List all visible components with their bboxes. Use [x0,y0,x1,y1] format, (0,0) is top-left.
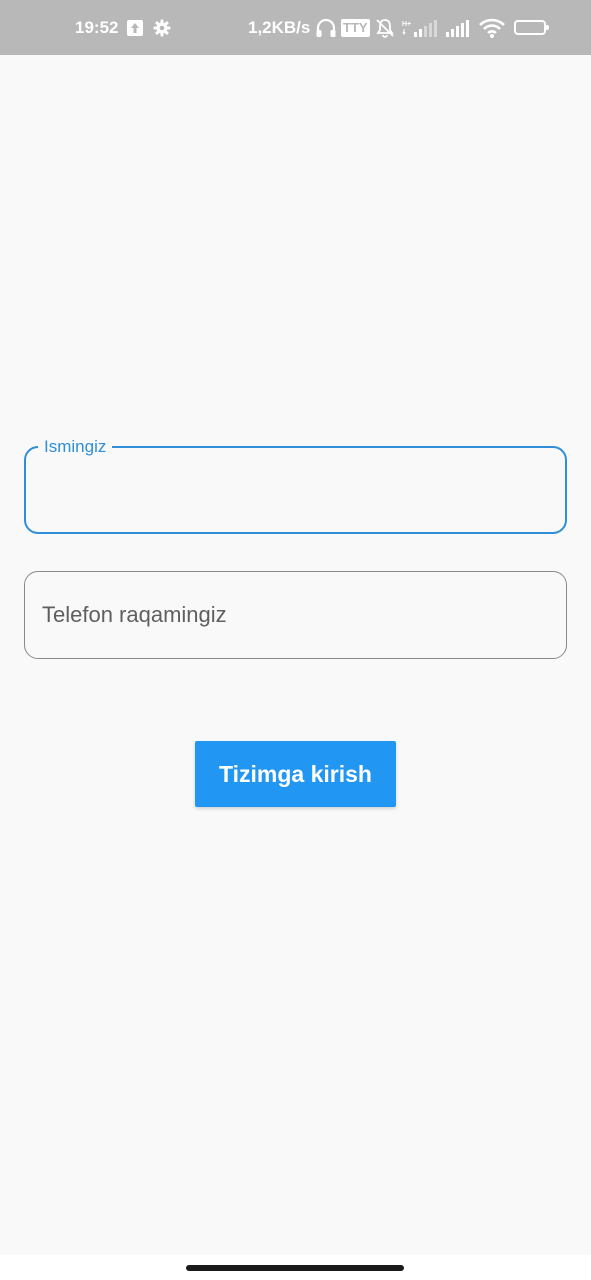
phone-input[interactable] [25,572,566,658]
name-input[interactable] [26,448,565,532]
signal-icon [446,0,472,55]
svg-text:H+: H+ [402,21,411,28]
gear-icon [153,0,171,55]
bell-off-icon [375,0,395,55]
status-time: 19:52 [75,17,119,37]
signal-icon: H+ [402,0,438,55]
battery-level: 94 [523,21,537,34]
login-screen: 19:52 1,2KB/s TTY H+ 94 Ismingiz Telefon… [0,0,591,1280]
wifi-icon [478,0,506,55]
status-bar: 19:52 1,2KB/s TTY H+ 94 [0,0,591,55]
tty-label: TTY [341,18,370,37]
phone-field[interactable] [24,571,567,659]
network-speed: 1,2KB/s [248,17,311,37]
battery-indicator: 94 [514,20,549,35]
headset-icon [315,0,337,55]
login-button[interactable]: Tizimga kirish [195,741,396,807]
upload-icon [127,0,143,55]
battery-icon: 94 [514,0,549,55]
tty-icon: TTY [341,0,370,55]
home-indicator[interactable] [186,1265,404,1271]
name-field[interactable]: Ismingiz [24,437,567,534]
